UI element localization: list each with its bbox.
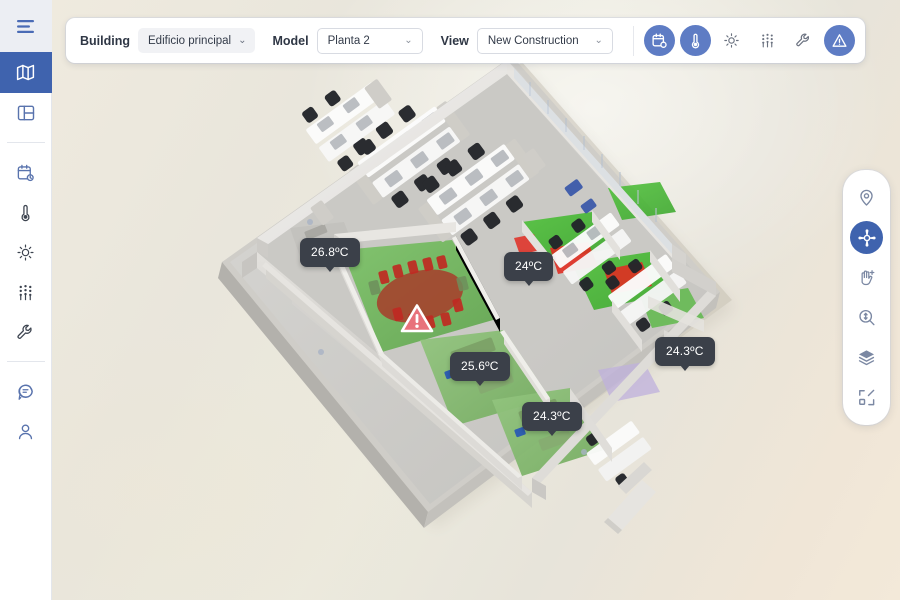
sidebar-tools-group [0, 152, 52, 352]
model-viewport[interactable]: 26.8ºC 24ºC 25.6ºC 24.3ºC 24.3ºC [52, 0, 900, 600]
chevron-down-icon: ⌄ [594, 34, 603, 46]
sidebar-divider-bottom [6, 361, 45, 362]
zoom-magnifier-icon [859, 309, 875, 326]
sensor-tooltip[interactable]: 24.3ºC [655, 337, 715, 371]
sliders-dots-icon [19, 284, 32, 300]
model-select[interactable]: Planta 2 ⌄ [316, 27, 423, 54]
model-label: Model [272, 33, 309, 48]
application-root: 26.8ºC 24ºC 25.6ºC 24.3ºC 24.3ºC Buildin… [0, 0, 900, 600]
thermometer-icon [21, 204, 30, 221]
view-tool-layers[interactable] [850, 341, 883, 374]
view-tool-fullscreen[interactable] [850, 381, 883, 414]
view-tool-orbit[interactable] [850, 221, 883, 254]
alert-marker[interactable] [400, 303, 434, 334]
sensor-tooltip[interactable]: 26.8ºC [300, 238, 360, 272]
building-select-value: Edificio principal [148, 34, 232, 47]
wrench-icon [796, 33, 809, 47]
sidebar-item-lighting[interactable] [0, 232, 52, 272]
hamburger-menu-icon [17, 19, 34, 33]
view-label: View [440, 33, 469, 48]
sun-icon [17, 243, 34, 261]
sensor-tooltip[interactable]: 24.3ºC [522, 402, 582, 436]
sidebar-item-map[interactable] [0, 52, 52, 93]
sensor-tooltip[interactable]: 24ºC [504, 252, 554, 286]
menu-toggle-button[interactable] [0, 0, 52, 52]
map-pin-icon [860, 189, 873, 206]
layer-toggle-group [643, 25, 855, 56]
sidebar-item-account[interactable] [0, 411, 52, 451]
view-tool-pan[interactable] [850, 261, 883, 294]
sidebar-bottom-group [0, 371, 52, 451]
sidebar-item-maintenance[interactable] [0, 312, 52, 352]
sidebar-item-occupancy[interactable] [0, 272, 52, 312]
building-label: Building [80, 33, 130, 48]
sidebar-divider-top [6, 142, 45, 143]
orbit-rotate-icon [857, 228, 876, 247]
view-toolbar: Building Edificio principal ⌄ Model Plan… [66, 18, 865, 63]
layer-button-alerts[interactable] [823, 25, 855, 56]
sidebar-item-dashboard[interactable] [0, 93, 52, 133]
sensor-value: 26.8ºC [311, 245, 349, 259]
view-select-value: New Construction [487, 34, 579, 47]
sidebar-primary-group [0, 52, 52, 133]
warning-triangle-icon [400, 304, 434, 333]
layer-button-maintenance[interactable] [788, 25, 819, 56]
pan-hand-icon [861, 270, 875, 286]
sun-icon [724, 33, 739, 48]
chevron-down-icon: ⌄ [404, 34, 413, 46]
view-select[interactable]: New Construction ⌄ [476, 27, 613, 54]
layout-panel-icon [17, 105, 34, 121]
sensor-tooltip[interactable]: 25.6ºC [450, 352, 510, 386]
layer-button-schedule[interactable] [643, 25, 675, 56]
layer-button-occupancy[interactable] [752, 25, 783, 56]
sidebar-item-messages[interactable] [0, 371, 52, 411]
calendar-clock-icon [652, 33, 667, 48]
sliders-dots-icon [762, 33, 773, 48]
chevron-down-icon: ⌄ [238, 34, 247, 46]
wrench-icon [17, 324, 32, 339]
view-tool-zoom[interactable] [850, 301, 883, 334]
sensor-value: 24.3ºC [666, 344, 704, 358]
model-select-value: Planta 2 [327, 34, 370, 47]
user-icon [18, 423, 33, 439]
sensor-value: 24ºC [515, 259, 543, 273]
warning-triangle-icon [832, 34, 847, 47]
layer-button-lighting[interactable] [716, 25, 747, 56]
view-tools-panel [843, 170, 890, 425]
map-icon [16, 64, 35, 81]
toolbar-divider [632, 25, 634, 56]
sidebar-item-calendar[interactable] [0, 152, 52, 192]
building-select[interactable]: Edificio principal ⌄ [138, 28, 255, 53]
left-sidebar [0, 0, 52, 600]
chat-bubble-icon [18, 384, 33, 400]
calendar-clock-icon [17, 164, 34, 181]
thermometer-icon [691, 33, 700, 49]
sensor-value: 24.3ºC [533, 409, 571, 423]
layers-stack-icon [858, 350, 875, 366]
view-tool-locate[interactable] [850, 181, 883, 214]
building-3d-model [218, 56, 732, 534]
sensor-value: 25.6ºC [461, 359, 499, 373]
fullscreen-expand-icon [859, 389, 875, 406]
layer-button-temperature[interactable] [679, 25, 711, 56]
sidebar-item-temperature[interactable] [0, 192, 52, 232]
